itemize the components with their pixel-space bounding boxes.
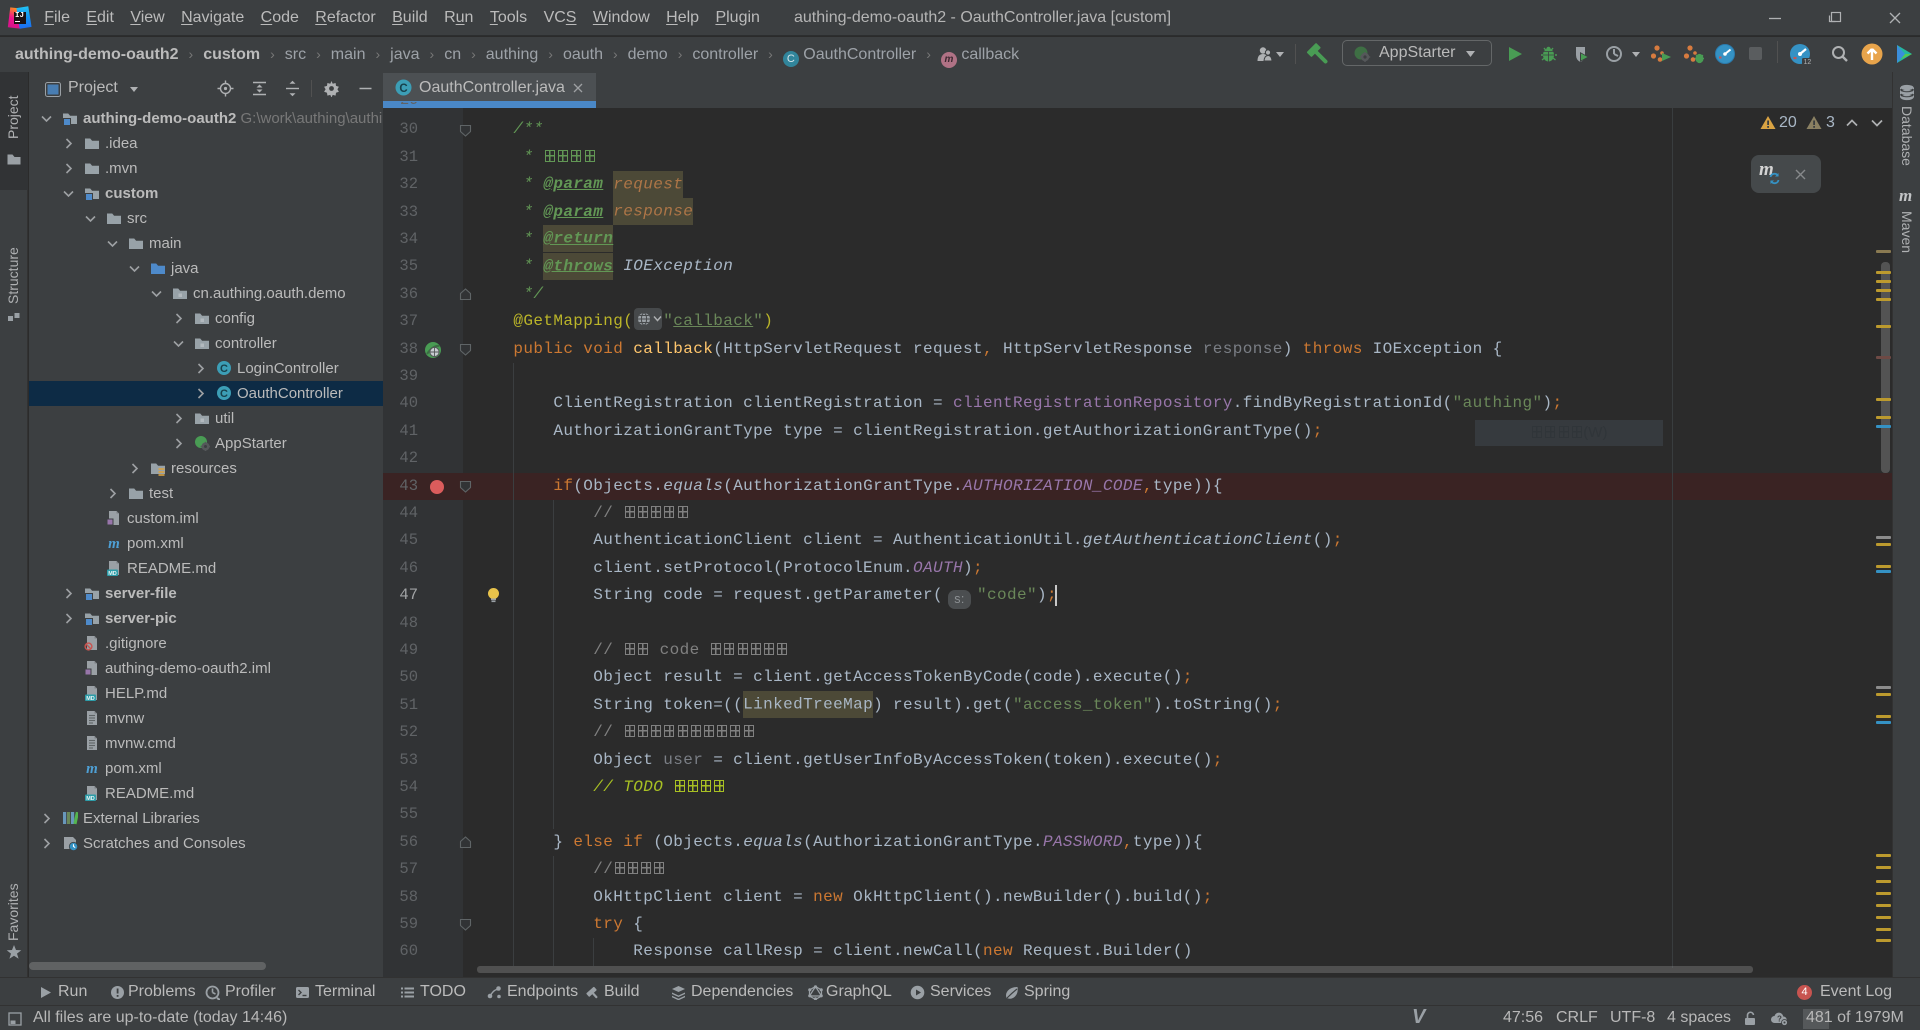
svg-text:MD: MD bbox=[108, 571, 117, 577]
svg-text:12: 12 bbox=[1804, 59, 1812, 66]
svg-text:MD: MD bbox=[86, 796, 95, 802]
svg-text:m: m bbox=[108, 536, 120, 552]
svg-text:C: C bbox=[220, 363, 228, 375]
svg-text:C: C bbox=[220, 388, 228, 400]
svg-text:m: m bbox=[86, 761, 98, 777]
svg-text:C: C bbox=[399, 83, 407, 95]
svg-text:MD: MD bbox=[86, 696, 95, 702]
